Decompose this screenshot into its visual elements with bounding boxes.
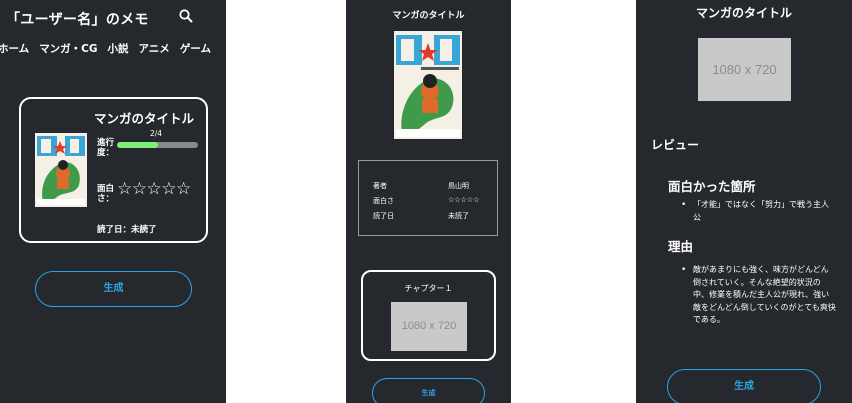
manga-cover-image [35,133,87,207]
generate-button[interactable]: 生成 [35,271,192,307]
progress-bar-fill [117,142,158,148]
progress-label: 進行度： [97,138,115,158]
generate-button[interactable]: 生成 [667,369,821,403]
list-item: 「才能」ではなく「努力」で戦う主人公 [681,199,836,224]
search-icon[interactable] [178,8,194,24]
page-title: マンガのタイトル [392,11,465,21]
image-placeholder: 1080 x 720 [698,38,791,101]
progress-count: 2/4 [150,129,163,138]
manga-info-table: 著者 鳥山明 面白さ ☆☆☆☆☆ 読了日 未読了 [358,160,498,236]
info-value-author: 鳥山明 [448,182,469,190]
page-title: マンガのタイトル [695,6,792,20]
info-value-read-date: 未読了 [448,212,469,220]
manga-cover-image [394,31,462,139]
section-heading-reason: 理由 [668,239,694,254]
manga-detail-screen: マンガのタイトル 著者 鳥山明 面白さ ☆☆☆☆☆ 読了日 未読了 チャプター１… [346,0,511,403]
rating-stars[interactable]: ☆☆☆☆☆ [117,179,191,199]
info-value-rating: ☆☆☆☆☆ [448,196,480,204]
page-title: 「ユーザー名」のメモ [6,12,149,28]
nav-item-novel[interactable]: 小説 [108,41,129,56]
image-placeholder: 1080 x 720 [391,302,467,351]
list-item: 敵があまりにも強く、味方がどんどん倒されていく。そんな絶望的状況の中、修業を積ん… [681,264,836,327]
nav-item-home[interactable]: ホーム [0,41,29,56]
nav-item-game[interactable]: ゲーム [180,41,211,56]
section-heading-highlight: 面白かった箇所 [668,179,756,194]
rating-label: 面白さ： [97,184,115,204]
manga-review-screen: マンガのタイトル 1080 x 720 レビュー 面白かった箇所 「才能」ではな… [636,0,852,403]
manga-card[interactable]: マンガのタイトル 進行度： 2/4 面白さ： ☆☆☆☆☆ 読了日：未読了 [19,97,208,243]
info-label-author: 著者 [373,182,387,190]
read-date: 読了日：未読了 [97,225,157,235]
generate-button[interactable]: 生成 [372,378,485,403]
info-label-rating: 面白さ [373,197,394,205]
chapter-card[interactable]: チャプター１ 1080 x 720 [361,270,496,361]
manga-list-screen: 「ユーザー名」のメモ ホーム マンガ・CG 小説 アニメ ゲーム マンガのタイト… [0,0,226,403]
review-heading: レビュー [651,138,700,152]
category-nav: ホーム マンガ・CG 小説 アニメ ゲーム [0,41,211,56]
manga-title: マンガのタイトル [94,111,195,126]
nav-item-anime[interactable]: アニメ [139,41,170,56]
nav-item-manga-cg[interactable]: マンガ・CG [39,41,97,56]
progress-bar [117,142,198,148]
info-label-read-date: 読了日 [373,212,394,220]
chapter-title: チャプター１ [404,284,453,293]
